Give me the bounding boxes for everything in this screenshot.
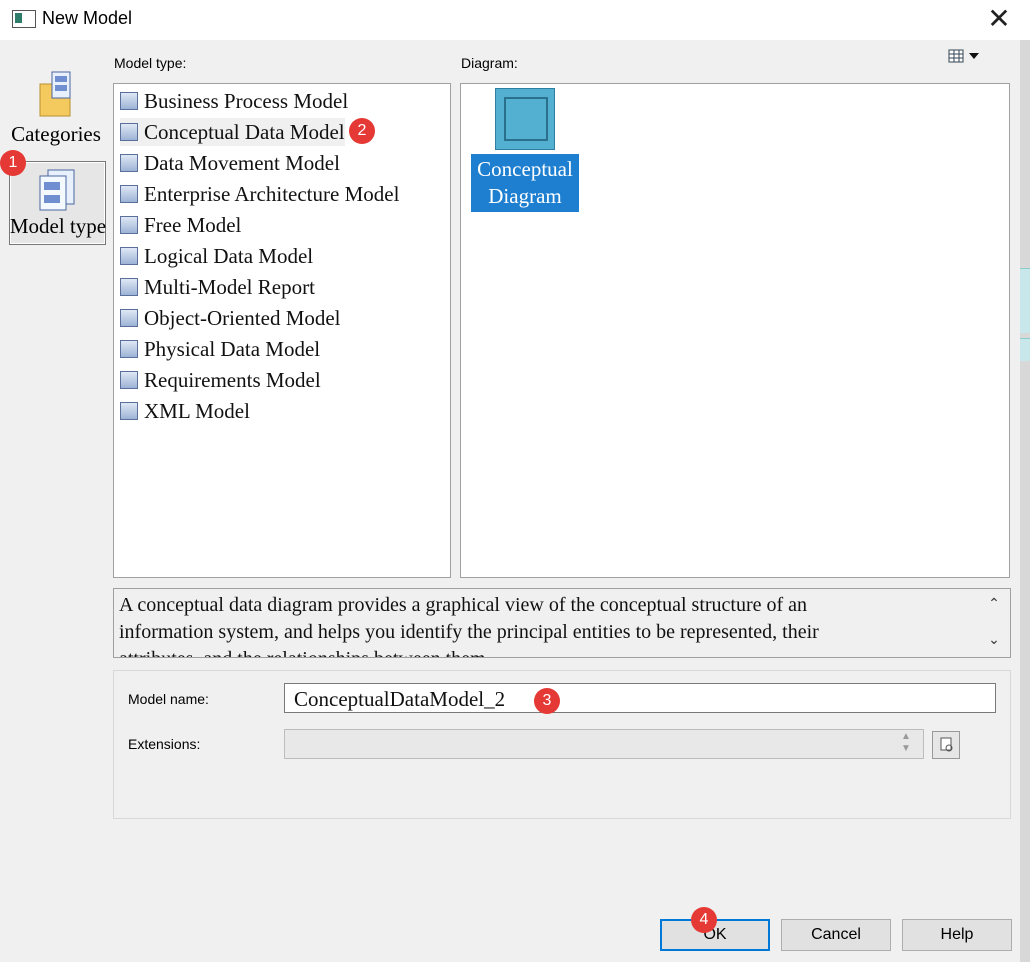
list-item-object-oriented[interactable]: Object-Oriented Model [120,304,341,332]
categories-item[interactable]: Categories [4,70,108,150]
list-item-data-movement[interactable]: Data Movement Model [120,149,340,177]
enterprise-architecture-icon [120,185,138,203]
data-movement-icon [120,154,138,172]
list-item-logical-data[interactable]: Logical Data Model [120,242,313,270]
view-list-icon[interactable] [948,48,984,66]
conceptual-diagram-label: Conceptual Diagram [471,154,579,212]
model-type-item[interactable]: Model type [9,161,106,245]
list-item-conceptual-data[interactable]: Conceptual Data Model [120,118,345,146]
list-item-requirements[interactable]: Requirements Model [120,366,321,394]
list-item-business-process[interactable]: Business Process Model [120,87,348,115]
business-process-icon [120,92,138,110]
logical-data-icon [120,247,138,265]
description-scroll-up-icon[interactable]: ⌃ [984,595,1004,615]
extensions-spinner[interactable]: ▲ ▼ [896,731,916,757]
model-name-input[interactable]: ConceptualDataModel_2 [284,683,996,713]
object-oriented-icon [120,309,138,327]
browse-icon [940,737,953,752]
requirements-icon [120,371,138,389]
help-button[interactable]: Help [902,919,1012,951]
title-bar [0,0,1030,40]
list-item-multi-model-report[interactable]: Multi-Model Report [120,273,315,301]
categories-icon [39,71,71,117]
conceptual-diagram-icon [495,88,555,150]
left-pane: Categories Model type [0,40,108,962]
list-item-physical-data[interactable]: Physical Data Model [120,335,320,363]
step-badge-2: 2 [349,118,375,144]
categories-label: Categories [11,122,101,146]
cancel-button[interactable]: Cancel [781,919,891,951]
background-window-edge [1020,40,1030,962]
model-type-list[interactable]: Business Process Model Conceptual Data M… [113,83,451,578]
app-icon [12,10,36,28]
model-name-label: Model name: [128,691,209,707]
free-model-icon [120,216,138,234]
xml-model-icon [120,402,138,420]
extensions-input[interactable] [284,729,924,759]
model-type-label: Model type [9,214,107,238]
extensions-label: Extensions: [128,736,201,752]
list-item-free-model[interactable]: Free Model [120,211,241,239]
conceptual-data-icon [120,123,138,141]
description-box: A conceptual data diagram provides a gra… [113,588,1011,658]
properties-group: Model name: ConceptualDataModel_2 Extens… [113,670,1011,819]
step-badge-4: 4 [691,907,717,933]
description-scroll-down-icon[interactable]: ⌄ [984,631,1004,651]
window-title: New Model [42,8,133,28]
list-item-xml-model[interactable]: XML Model [120,397,250,425]
extensions-browse-button[interactable] [932,731,960,759]
multi-model-report-icon [120,278,138,296]
physical-data-icon [120,340,138,358]
list-item-enterprise-architecture[interactable]: Enterprise Architecture Model [120,180,399,208]
model-type-icon [39,169,75,211]
description-text: A conceptual data diagram provides a gra… [119,594,819,657]
model-type-label: Model type: [114,55,187,71]
close-icon[interactable]: ✕ [984,4,1014,34]
step-badge-3: 3 [534,688,560,714]
conceptual-diagram-item[interactable]: Conceptual Diagram [461,84,589,214]
diagram-list[interactable]: Conceptual Diagram [460,83,1010,578]
diagram-label: Diagram: [461,55,518,71]
step-badge-1: 1 [0,150,26,176]
